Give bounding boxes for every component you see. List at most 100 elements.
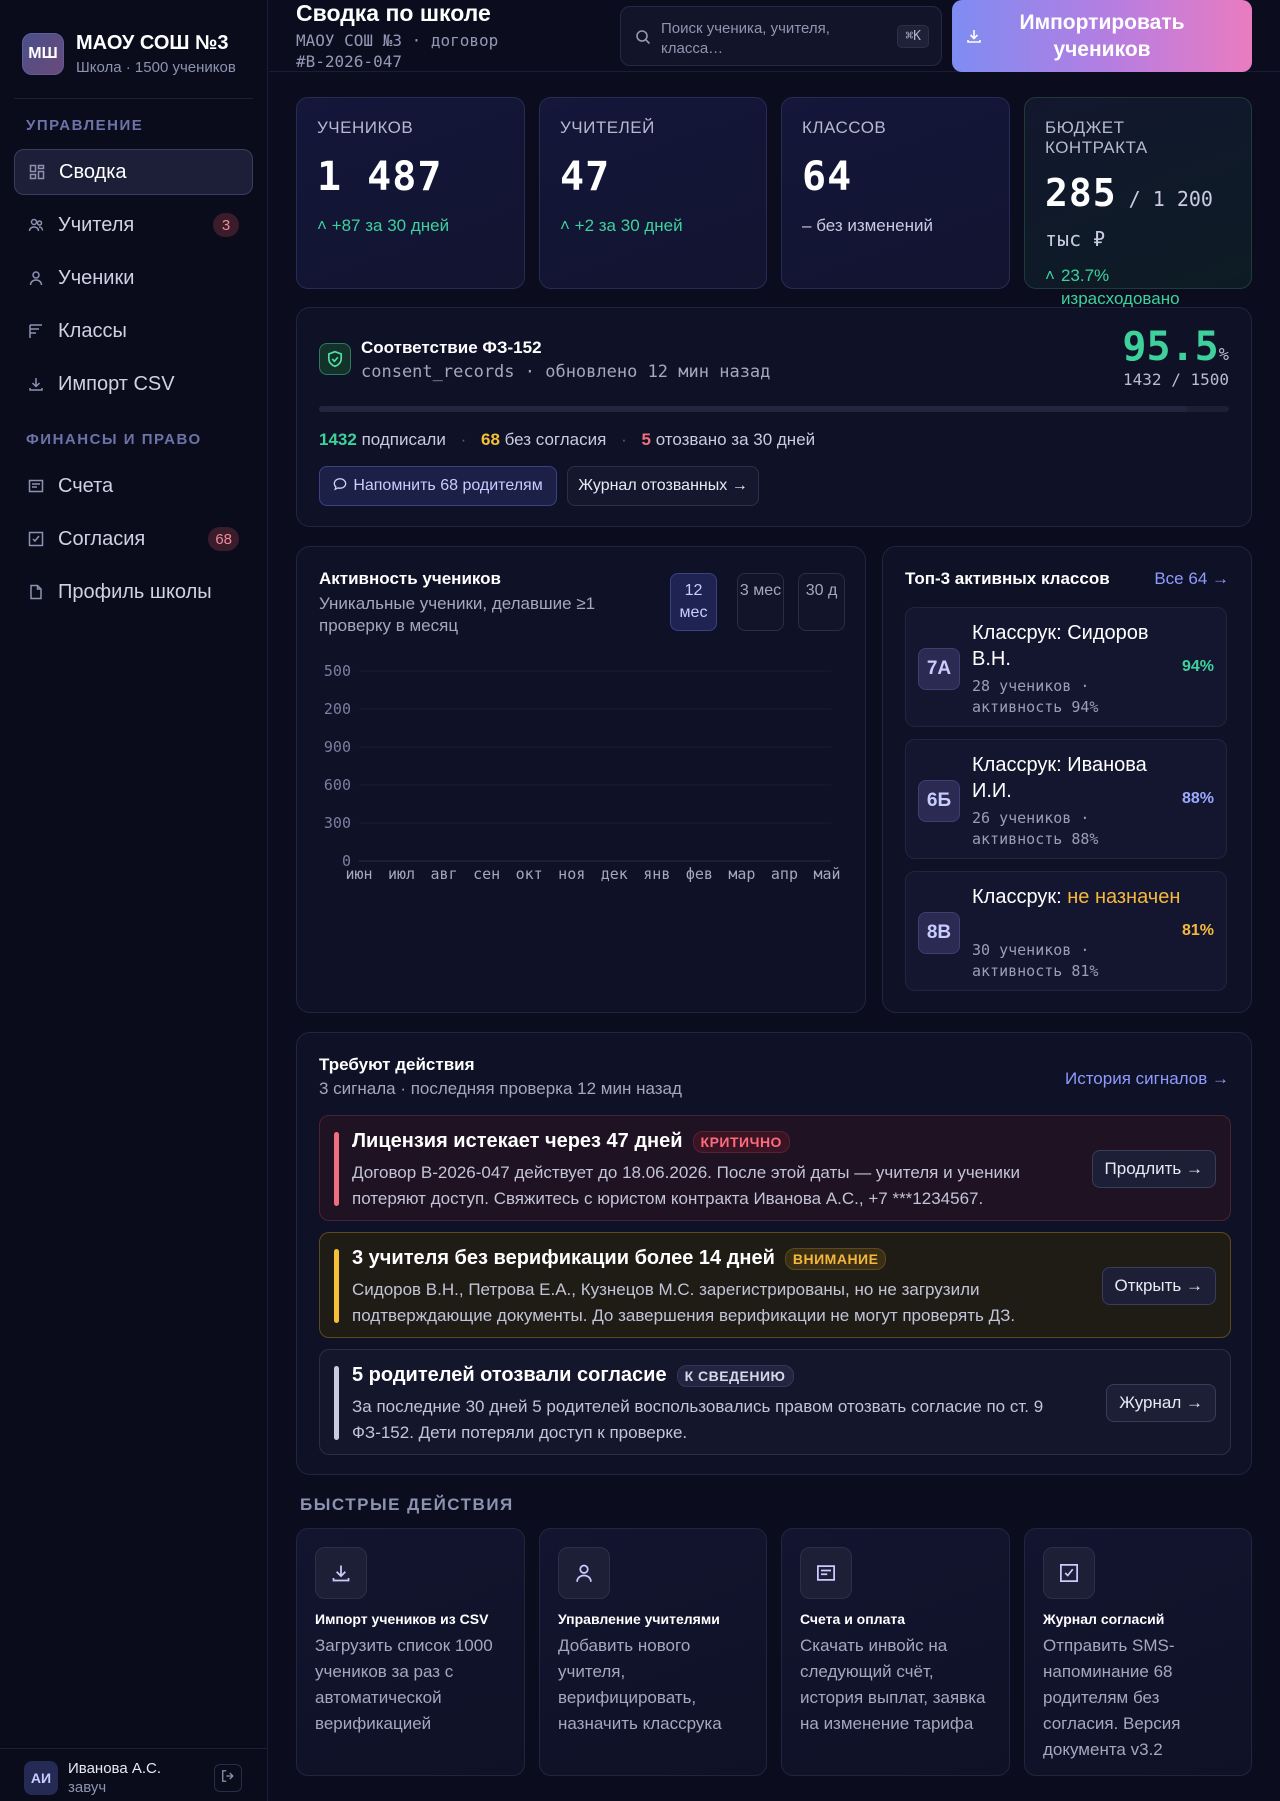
stat-delta-text: 23.7% израсходовано: [1060, 266, 1180, 308]
divider: [14, 98, 253, 99]
user-name: Иванова А.С.: [68, 1760, 162, 1777]
checkbox-icon: [28, 531, 44, 547]
x-tick-label: июн: [345, 865, 372, 883]
sidebar-item-label: Ученики: [58, 266, 135, 289]
search-input[interactable]: Поиск ученика, учителя, класса… ⌘K: [620, 6, 942, 66]
class-activity-percent: 88%: [1181, 790, 1214, 807]
sidebar-item-invoices[interactable]: Счета: [14, 463, 253, 509]
sidebar-item-label: Классы: [58, 319, 127, 342]
class-activity-percent: 81%: [1181, 922, 1214, 939]
message-icon: [333, 477, 347, 496]
divider: [0, 1748, 267, 1749]
sidebar-item-students[interactable]: Ученики: [14, 255, 253, 301]
brand: МШ МАОУ СОШ №3 Школа · 1500 учеников: [22, 32, 236, 76]
stat-delta: ˄ +87 за 30 дней: [317, 214, 504, 237]
alert-title: 5 родителей отозвали согласие К СВЕДЕНИЮ: [352, 1364, 794, 1387]
alert-title: Лицензия истекает через 47 дней КРИТИЧНО: [352, 1130, 790, 1153]
school-subtitle: Школа · 1500 учеников: [76, 59, 236, 76]
stat-card-teachers: УЧИТЕЛЕЙ 47 ˄ +2 за 30 дней: [539, 97, 767, 289]
logout-icon: [221, 1769, 235, 1788]
no-consent-count: 68: [480, 430, 500, 449]
search-icon: [635, 29, 651, 50]
sidebar-item-school-profile[interactable]: Профиль школы: [14, 569, 253, 615]
class-teacher: Классрук: не назначен: [972, 884, 1182, 910]
class-badge: 8В: [918, 912, 960, 954]
sidebar-item-teachers[interactable]: Учителя 3: [14, 202, 253, 248]
progress-fill: [319, 406, 1189, 412]
stat-value: 285 / 1 200 тыс ₽: [1045, 174, 1231, 256]
import-students-button[interactable]: Импортировать учеников: [952, 0, 1252, 72]
sidebar-item-label: Согласия: [58, 527, 146, 550]
class-teacher: Классрук: Иванова И.И.: [972, 752, 1182, 804]
alerts-subtitle: 3 сигнала · последняя проверка 12 мин на…: [319, 1079, 682, 1098]
quick-action-title: Журнал согласий: [1043, 1611, 1165, 1627]
y-tick-label: 600: [324, 776, 351, 794]
alert-title: 3 учителя без верификации более 14 дней В…: [352, 1247, 887, 1270]
quick-actions-heading: БЫСТРЫЕ ДЕЙСТВИЯ: [300, 1495, 514, 1514]
file-icon: [28, 584, 44, 600]
alerts-title: Требуют действия: [319, 1055, 475, 1074]
remind-parents-button[interactable]: Напомнить 68 родителям: [319, 466, 557, 506]
alert-title-text: Лицензия истекает через 47 дней: [352, 1130, 683, 1152]
x-tick-label: сен: [473, 865, 500, 883]
user-icon: [28, 270, 44, 286]
quick-action-teachers[interactable]: Управление учителями Добавить нового учи…: [539, 1528, 767, 1776]
notification-badge: 3: [213, 213, 239, 237]
all-classes-link[interactable]: Все 64 →: [1154, 569, 1229, 589]
open-button[interactable]: Открыть →: [1101, 1267, 1216, 1305]
y-tick-label: 900: [324, 738, 351, 756]
signed-label: подписали: [361, 430, 446, 449]
stat-value: 64: [802, 154, 853, 200]
sidebar-item-label: Счета: [58, 474, 114, 497]
revoked-journal-button[interactable]: Журнал отозванных →: [567, 466, 759, 506]
severity-tag: К СВЕДЕНИЮ: [676, 1364, 794, 1387]
teacher-prefix: Классрук:: [972, 886, 1062, 908]
y-tick-label: 500: [324, 662, 351, 680]
signal-history-link[interactable]: История сигналов →: [1065, 1069, 1229, 1089]
x-tick-label: мар: [728, 865, 755, 883]
sidebar-item-label: Импорт CSV: [58, 372, 175, 395]
quick-action-desc: Добавить нового учителя, верифицировать,…: [558, 1636, 722, 1733]
sidebar-item-classes[interactable]: Классы: [14, 308, 253, 354]
alert-text: За последние 30 дней 5 родителей восполь…: [352, 1397, 1044, 1442]
class-card-8v[interactable]: 8В Классрук: не назначен 30 учеников · а…: [905, 871, 1227, 991]
user-icon: [558, 1547, 610, 1599]
signed-count: 1432: [319, 430, 357, 449]
renew-button[interactable]: Продлить →: [1091, 1150, 1216, 1188]
alert-unverified-teachers: 3 учителя без верификации более 14 дней В…: [319, 1232, 1231, 1338]
invoice-icon: [800, 1547, 852, 1599]
class-card-6b[interactable]: 6Б Классрук: Иванова И.И. 26 учеников · …: [905, 739, 1227, 859]
class-card-7a[interactable]: 7А Классрук: Сидоров В.Н. 28 учеников · …: [905, 607, 1227, 727]
sidebar-item-import-csv[interactable]: Импорт CSV: [14, 361, 253, 407]
quick-action-consents[interactable]: Журнал согласий Отправить SMS-напоминани…: [1024, 1528, 1252, 1776]
quick-action-title: Счета и оплата: [800, 1611, 906, 1627]
percent-unit: %: [1218, 345, 1229, 365]
stat-value: 47: [560, 154, 611, 200]
stat-label: БЮДЖЕТ КОНТРАКТА: [1045, 118, 1148, 157]
class-badge: 6Б: [918, 780, 960, 822]
logout-button[interactable]: [214, 1764, 242, 1792]
y-tick-label: 300: [324, 814, 351, 832]
class-badge: 7А: [918, 648, 960, 690]
quick-action-desc: Загрузить список 1000 учеников за раз с …: [315, 1636, 493, 1733]
checkbox-icon: [1043, 1547, 1095, 1599]
compliance-subtitle: consent_records · обновлено 12 мин назад: [361, 362, 771, 382]
stat-card-budget: БЮДЖЕТ КОНТРАКТА 285 / 1 200 тыс ₽ ˄ 23.7…: [1024, 97, 1252, 308]
x-tick-label: апр: [771, 865, 798, 883]
journal-button[interactable]: Журнал →: [1106, 1384, 1216, 1422]
user-profile[interactable]: АИ Иванова А.С. завуч: [24, 1760, 161, 1796]
quick-action-import-csv[interactable]: Импорт учеников из CSV Загрузить список …: [296, 1528, 525, 1776]
stat-value: 1 487: [317, 154, 443, 200]
sidebar-item-label: Профиль школы: [58, 580, 212, 603]
page-title: Сводка по школе: [296, 0, 491, 26]
arrow-up-icon: ˄: [317, 216, 332, 235]
user-role: завуч: [68, 1779, 107, 1796]
quick-action-invoices[interactable]: Счета и оплата Скачать инвойс на следующ…: [781, 1528, 1010, 1776]
import-button-label: Импортировать учеников: [1019, 11, 1185, 61]
sidebar-item-dashboard[interactable]: Сводка: [14, 149, 253, 195]
keyboard-shortcut: ⌘K: [897, 25, 929, 48]
teacher-name: не назначен: [1067, 886, 1181, 908]
no-consent-label: без согласия: [504, 430, 607, 449]
compliance-card: Соответствие ФЗ-152 consent_records · об…: [296, 307, 1252, 527]
sidebar-item-consents[interactable]: Согласия 68: [14, 516, 253, 562]
